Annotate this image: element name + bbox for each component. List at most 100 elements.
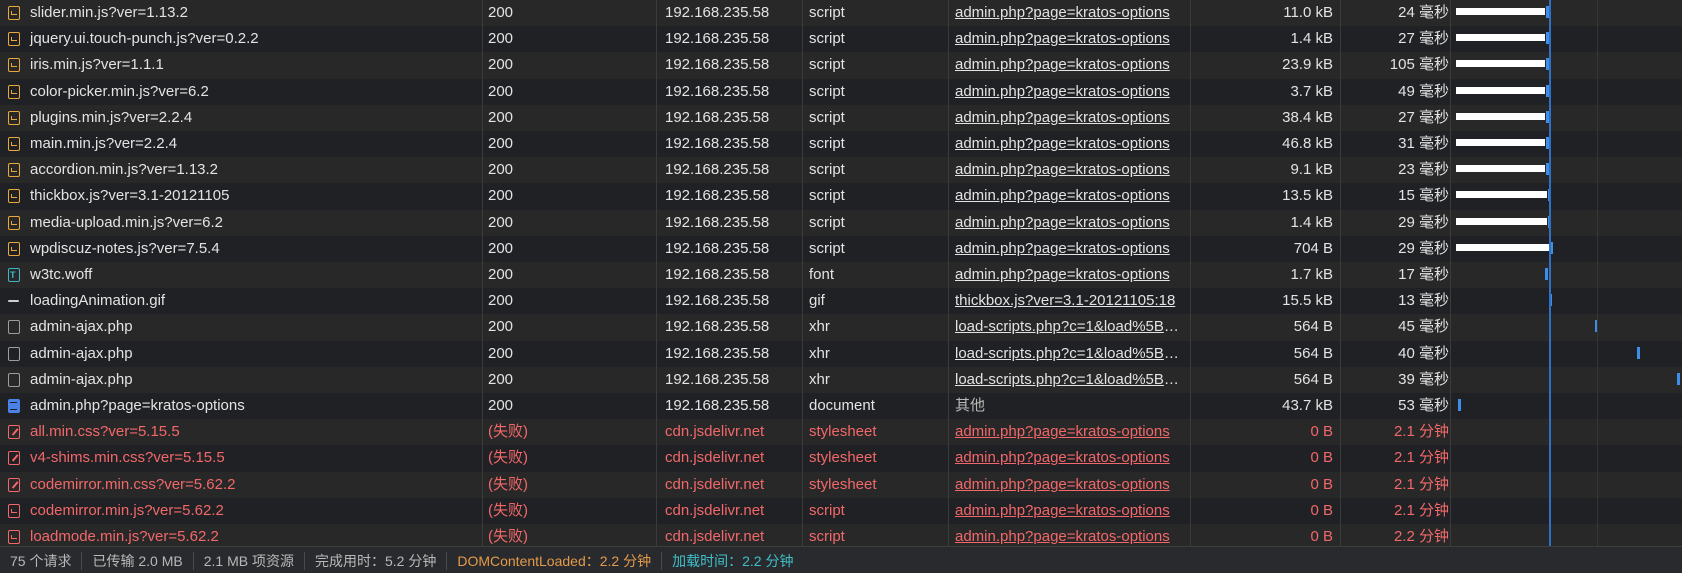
waterfall-load-marker bbox=[1549, 0, 1551, 546]
request-type: script bbox=[809, 213, 845, 231]
request-initiator-cell: admin.php?page=kratos-options bbox=[955, 498, 1180, 524]
request-name: v4-shims.min.css?ver=5.15.5 bbox=[30, 449, 225, 467]
request-name-cell[interactable]: w3tc.woff bbox=[0, 262, 480, 288]
request-status: 200 bbox=[488, 397, 514, 414]
column-divider[interactable] bbox=[1190, 0, 1191, 546]
request-size: 11.0 kB bbox=[1283, 4, 1333, 21]
failed-stylesheet-icon bbox=[8, 477, 20, 492]
column-divider[interactable] bbox=[948, 0, 949, 546]
request-name-cell[interactable]: admin-ajax.php bbox=[0, 314, 480, 340]
request-domain: 192.168.235.58 bbox=[665, 135, 770, 152]
column-divider[interactable] bbox=[656, 0, 657, 546]
request-name-cell[interactable]: admin-ajax.php bbox=[0, 367, 480, 393]
request-time: 24 毫秒 bbox=[1398, 4, 1449, 21]
request-status: 200 bbox=[488, 4, 514, 21]
request-name-cell[interactable]: loadmode.min.js?ver=5.62.2 bbox=[0, 524, 480, 546]
initiator-link[interactable]: load-scripts.php?c=1&load%5Bc... bbox=[955, 318, 1180, 335]
request-time: 31 毫秒 bbox=[1398, 135, 1449, 152]
initiator-link[interactable]: thickbox.js?ver=3.1-20121105:18 bbox=[955, 292, 1175, 309]
request-name-cell[interactable]: all.min.css?ver=5.15.5 bbox=[0, 419, 480, 445]
initiator-link[interactable]: admin.php?page=kratos-options bbox=[955, 240, 1170, 257]
request-name: media-upload.min.js?ver=6.2 bbox=[30, 213, 224, 231]
request-time: 2.1 分钟 bbox=[1393, 449, 1449, 467]
request-row[interactable]: all.min.css?ver=5.15.5 (失败) cdn.jsdelivr.n… bbox=[0, 419, 1682, 446]
column-divider[interactable] bbox=[802, 0, 803, 546]
initiator-link[interactable]: admin.php?page=kratos-options bbox=[955, 449, 1170, 466]
request-row[interactable]: codemirror.min.js?ver=5.62.2 (失败) cdn.jsde… bbox=[0, 497, 1682, 524]
image-file-icon bbox=[8, 300, 19, 303]
request-type: script bbox=[809, 30, 845, 48]
request-name-cell[interactable]: iris.min.js?ver=1.1.1 bbox=[0, 52, 480, 78]
request-name-cell[interactable]: main.min.js?ver=2.2.4 bbox=[0, 131, 480, 157]
request-initiator-cell: admin.php?page=kratos-options bbox=[955, 419, 1180, 445]
initiator-link[interactable]: admin.php?page=kratos-options bbox=[955, 161, 1170, 178]
request-name-cell[interactable]: codemirror.min.css?ver=5.62.2 bbox=[0, 472, 480, 498]
request-status: 200 bbox=[488, 318, 514, 336]
request-row[interactable]: v4-shims.min.css?ver=5.15.5 (失败) cdn.jsdel… bbox=[0, 445, 1682, 472]
script-file-icon bbox=[8, 189, 20, 204]
request-row[interactable]: codemirror.min.css?ver=5.62.2 (失败) cdn.jsd… bbox=[0, 471, 1682, 498]
request-name-cell[interactable]: admin-ajax.php bbox=[0, 341, 480, 367]
initiator-link[interactable]: admin.php?page=kratos-options bbox=[955, 266, 1170, 283]
request-name-cell[interactable]: accordion.min.js?ver=1.13.2 bbox=[0, 157, 480, 183]
initiator-link[interactable]: admin.php?page=kratos-options bbox=[955, 214, 1170, 231]
request-name-cell[interactable]: slider.min.js?ver=1.13.2 bbox=[0, 0, 480, 26]
request-row[interactable]: media-upload.min.js?ver=6.2 200 192.168.23… bbox=[0, 209, 1682, 236]
request-type: stylesheet bbox=[809, 449, 877, 467]
request-row[interactable]: iris.min.js?ver=1.1.1 200 192.168.235.58 sc… bbox=[0, 52, 1682, 79]
initiator-link[interactable]: admin.php?page=kratos-options bbox=[955, 187, 1170, 204]
request-row[interactable]: slider.min.js?ver=1.13.2 200 192.168.235.5… bbox=[0, 0, 1682, 27]
request-name-cell[interactable]: loadingAnimation.gif bbox=[0, 288, 480, 314]
initiator-link[interactable]: admin.php?page=kratos-options bbox=[955, 56, 1170, 73]
initiator-link[interactable]: admin.php?page=kratos-options bbox=[955, 135, 1170, 152]
initiator-link[interactable]: admin.php?page=kratos-options bbox=[955, 502, 1170, 519]
request-domain: 192.168.235.58 bbox=[665, 397, 770, 414]
request-domain: 192.168.235.58 bbox=[665, 82, 770, 100]
request-row[interactable]: wpdiscuz-notes.js?ver=7.5.4 200 192.168.23… bbox=[0, 235, 1682, 262]
request-row[interactable]: admin.php?page=kratos-options 200 192.168.… bbox=[0, 393, 1682, 420]
initiator-link[interactable]: admin.php?page=kratos-options bbox=[955, 528, 1170, 545]
request-size: 9.1 kB bbox=[1290, 161, 1333, 179]
request-name-cell[interactable]: v4-shims.min.css?ver=5.15.5 bbox=[0, 445, 480, 471]
initiator-link[interactable]: admin.php?page=kratos-options bbox=[955, 30, 1170, 47]
request-row[interactable]: admin-ajax.php 200 192.168.235.58 xhr load-s… bbox=[0, 340, 1682, 367]
request-row[interactable]: jquery.ui.touch-punch.js?ver=0.2.2 200 192… bbox=[0, 26, 1682, 53]
request-name-cell[interactable]: wpdiscuz-notes.js?ver=7.5.4 bbox=[0, 236, 480, 262]
column-divider[interactable] bbox=[1450, 0, 1451, 546]
request-name: admin-ajax.php bbox=[30, 318, 133, 336]
request-row[interactable]: color-picker.min.js?ver=6.2 200 192.168.23… bbox=[0, 78, 1682, 105]
initiator-link[interactable]: admin.php?page=kratos-options bbox=[955, 476, 1170, 493]
request-domain: 192.168.235.58 bbox=[665, 292, 770, 310]
request-row[interactable]: admin-ajax.php 200 192.168.235.58 xhr load-s… bbox=[0, 366, 1682, 393]
request-row[interactable]: w3tc.woff 200 192.168.235.58 font admin.php?… bbox=[0, 262, 1682, 289]
request-name-cell[interactable]: media-upload.min.js?ver=6.2 bbox=[0, 210, 480, 236]
request-row[interactable]: plugins.min.js?ver=2.2.4 200 192.168.235.5… bbox=[0, 104, 1682, 131]
request-name-cell[interactable]: codemirror.min.js?ver=5.62.2 bbox=[0, 498, 480, 524]
initiator-link[interactable]: load-scripts.php?c=1&load%5Bc... bbox=[955, 371, 1180, 388]
initiator-link[interactable]: admin.php?page=kratos-options bbox=[955, 423, 1170, 440]
request-row[interactable]: loadmode.min.js?ver=5.62.2 (失败) cdn.jsdeli… bbox=[0, 524, 1682, 546]
initiator-link[interactable]: admin.php?page=kratos-options bbox=[955, 109, 1170, 126]
request-name-cell[interactable]: admin.php?page=kratos-options bbox=[0, 393, 480, 419]
initiator-link[interactable]: admin.php?page=kratos-options bbox=[955, 83, 1170, 100]
column-divider[interactable] bbox=[482, 0, 483, 546]
request-row[interactable]: thickbox.js?ver=3.1-20121105 200 192.168.2… bbox=[0, 183, 1682, 210]
initiator-link[interactable]: load-scripts.php?c=1&load%5Bc... bbox=[955, 345, 1180, 362]
request-size: 1.4 kB bbox=[1290, 30, 1333, 48]
request-row[interactable]: loadingAnimation.gif 200 192.168.235.58 gif… bbox=[0, 288, 1682, 315]
initiator-link[interactable]: admin.php?page=kratos-options bbox=[955, 4, 1170, 21]
request-name-cell[interactable]: plugins.min.js?ver=2.2.4 bbox=[0, 105, 480, 131]
request-initiator-cell: load-scripts.php?c=1&load%5Bc... bbox=[955, 367, 1180, 393]
request-status: 200 bbox=[488, 82, 514, 100]
request-status: 200 bbox=[488, 239, 514, 257]
request-row[interactable]: accordion.min.js?ver=1.13.2 200 192.168.23… bbox=[0, 157, 1682, 184]
request-status: (失败) bbox=[488, 449, 528, 467]
request-row[interactable]: main.min.js?ver=2.2.4 200 192.168.235.58 sc… bbox=[0, 131, 1682, 158]
column-divider[interactable] bbox=[1340, 0, 1341, 546]
request-name-cell[interactable]: jquery.ui.touch-punch.js?ver=0.2.2 bbox=[0, 26, 480, 52]
request-domain: 192.168.235.58 bbox=[665, 30, 770, 48]
request-time: 53 毫秒 bbox=[1398, 397, 1449, 414]
request-row[interactable]: admin-ajax.php 200 192.168.235.58 xhr load-s… bbox=[0, 314, 1682, 341]
request-name-cell[interactable]: color-picker.min.js?ver=6.2 bbox=[0, 79, 480, 105]
request-name-cell[interactable]: thickbox.js?ver=3.1-20121105 bbox=[0, 183, 480, 209]
